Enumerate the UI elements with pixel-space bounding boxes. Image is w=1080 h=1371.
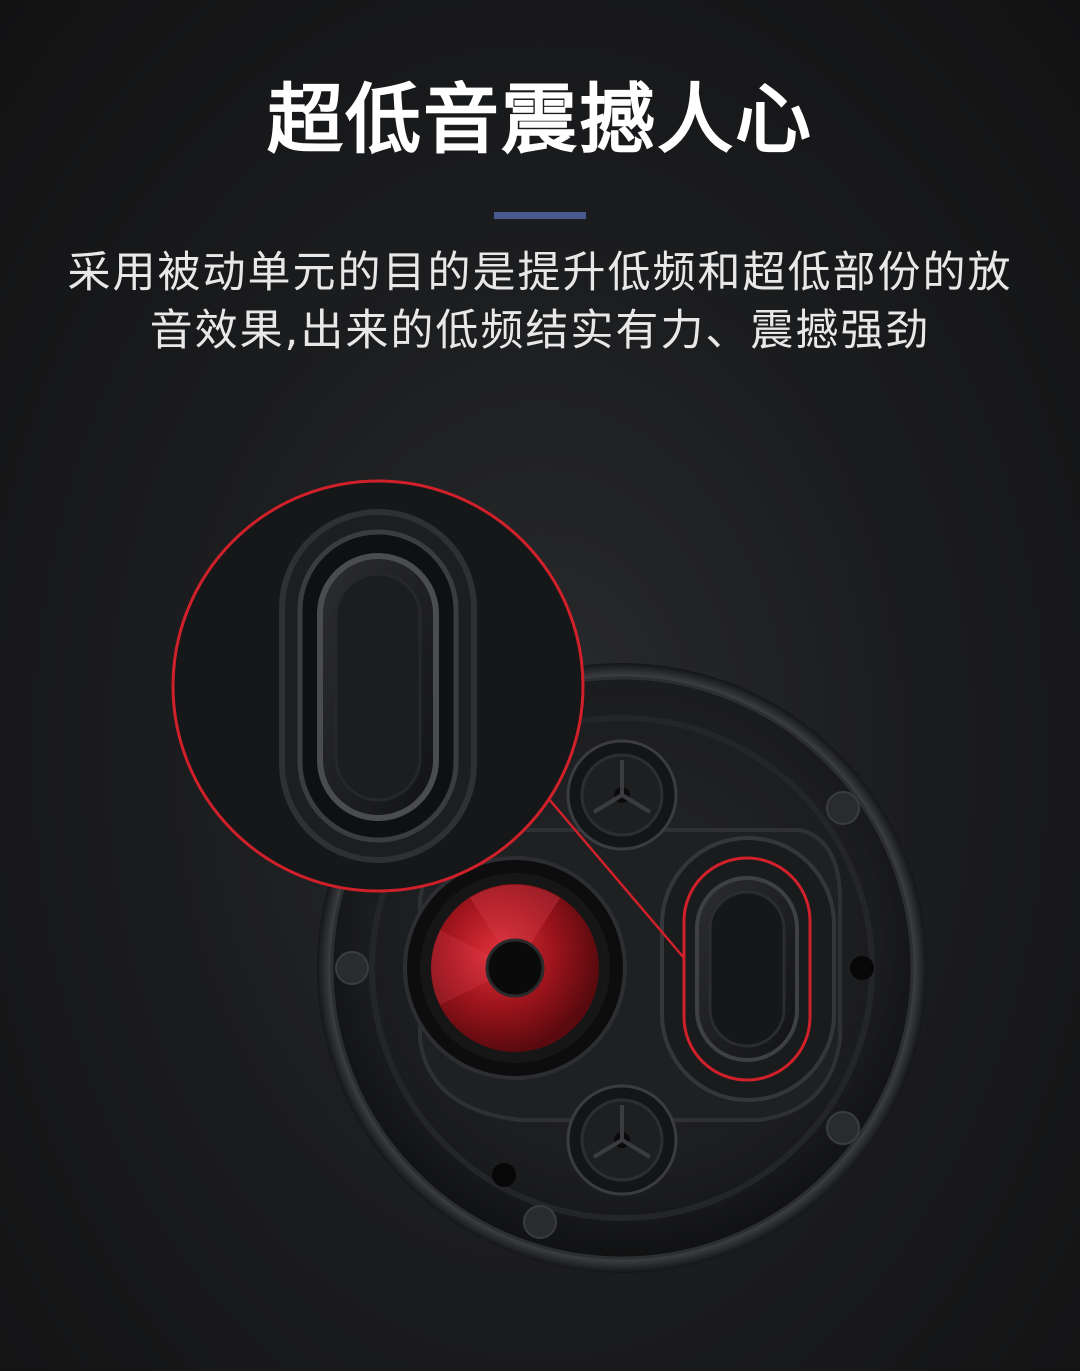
speaker-illustration bbox=[171, 479, 927, 1273]
product-detail-page: 超低音震撼人心 采用被动单元的目的是提升低频和超低部份的放 音效果,出来的低频结… bbox=[0, 0, 1080, 1371]
tweeter-top bbox=[566, 739, 678, 851]
woofer-driver bbox=[403, 856, 627, 1080]
tweeter-bottom bbox=[566, 1084, 678, 1196]
passive-radiator bbox=[660, 836, 836, 1102]
